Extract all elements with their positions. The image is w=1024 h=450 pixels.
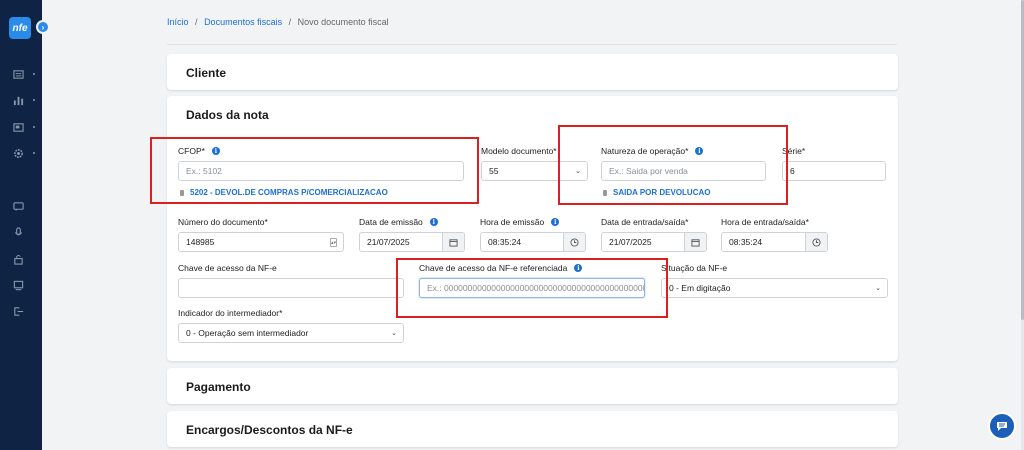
breadcrumb-current: Novo documento fiscal — [297, 17, 389, 27]
sidebar-item-settings[interactable] — [13, 147, 39, 159]
monitor-icon — [13, 280, 24, 290]
sidebar-expand-button[interactable]: › — [36, 20, 50, 34]
calendar-icon[interactable] — [684, 233, 706, 251]
section-cliente[interactable]: Cliente — [167, 54, 898, 90]
section-pagamento[interactable]: Pagamento — [167, 368, 898, 404]
chave-label: Chave de acesso da NF-e — [178, 263, 277, 273]
sidebar-item-security[interactable] — [13, 253, 39, 265]
data-emissao-label: Data de emissão i — [359, 217, 438, 227]
divider — [167, 44, 897, 45]
hora-emissao-label: Hora de emissão i — [480, 217, 560, 227]
lock-icon — [14, 254, 23, 265]
chevron-down-icon: ⌄ — [875, 285, 881, 292]
intermediador-label: Indicador do intermediador* — [178, 308, 283, 318]
sidebar-item-audio[interactable] — [13, 226, 39, 238]
sidebar-item-dashboard[interactable] — [13, 68, 39, 80]
bar-chart-icon — [13, 96, 24, 105]
intermediador-select[interactable]: 0 - Operação sem intermediador ⌄ — [178, 323, 404, 343]
stepper-icon[interactable]: ▴▾ — [330, 238, 337, 247]
highlight-box-cfop — [150, 137, 479, 204]
info-icon[interactable]: i — [551, 218, 560, 226]
chevron-down-icon: ⌄ — [391, 330, 397, 337]
data-emissao-input[interactable]: 21/07/2025 — [359, 232, 465, 252]
section-title: Encargos/Descontos da NF-e — [186, 423, 353, 437]
section-title: Dados da nota — [186, 108, 269, 122]
info-icon[interactable]: i — [429, 218, 438, 226]
hora-entrada-label: Hora de entrada/saída* — [721, 217, 809, 227]
breadcrumb: Início / Documentos fiscais / Novo docum… — [167, 17, 389, 27]
modelo-label: Modelo documento* — [481, 146, 557, 156]
numero-input[interactable]: 148985 ▴▾ — [178, 232, 344, 252]
breadcrumb-docs-link[interactable]: Documentos fiscais — [204, 17, 282, 27]
hora-entrada-input[interactable]: 08:35:24 — [721, 232, 828, 252]
sidebar-item-files[interactable] — [13, 121, 39, 133]
highlight-box-natureza — [558, 125, 788, 205]
nfe-logo[interactable]: nfe — [9, 17, 31, 39]
section-dados-nota: Dados da nota — [167, 96, 898, 361]
data-entrada-label: Data de entrada/saída* — [601, 217, 689, 227]
chat-support-button[interactable] — [988, 412, 1016, 440]
settings-gear-icon — [14, 148, 23, 158]
section-title: Pagamento — [186, 380, 251, 394]
hora-emissao-input[interactable]: 08:35:24 — [480, 232, 586, 252]
numero-label: Número do documento* — [178, 217, 268, 227]
folder-icon — [13, 122, 24, 132]
data-entrada-input[interactable]: 21/07/2025 — [601, 232, 707, 252]
sidebar-item-messages[interactable] — [13, 200, 39, 212]
serie-input[interactable]: 6 — [782, 161, 886, 181]
sidebar-item-logout[interactable] — [13, 305, 39, 317]
chave-input[interactable] — [178, 278, 404, 298]
sidebar-item-reports[interactable] — [13, 94, 39, 106]
highlight-box-chave-ref — [396, 258, 668, 318]
dashboard-icon — [13, 69, 24, 79]
clock-icon[interactable] — [805, 233, 827, 251]
calendar-icon[interactable] — [442, 233, 464, 251]
situacao-label: Situação da NF-e — [661, 263, 728, 273]
breadcrumb-home-link[interactable]: Início — [167, 17, 189, 27]
sidebar: nfe — [0, 0, 42, 450]
section-title: Cliente — [186, 66, 227, 80]
chat-bubble-icon — [997, 422, 1007, 431]
logout-icon — [14, 306, 24, 316]
situacao-select[interactable]: 0 - Em digitação ⌄ — [661, 278, 888, 298]
microphone-icon — [14, 226, 23, 235]
clock-icon[interactable] — [563, 233, 585, 251]
sidebar-item-devices[interactable] — [13, 279, 39, 291]
section-encargos[interactable]: Encargos/Descontos da NF-e — [167, 411, 898, 447]
chat-icon — [13, 201, 24, 211]
